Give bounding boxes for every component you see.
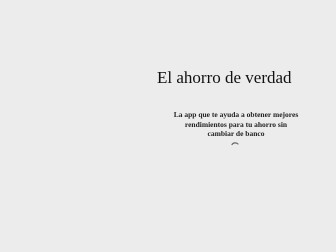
landing-page: El ahorro de verdad La app que te ayuda … [0,0,336,252]
page-title: El ahorro de verdad [157,68,292,87]
loading-spinner-icon [231,142,239,146]
page-subtitle: La app que te ayuda a obtener mejores re… [173,110,299,138]
